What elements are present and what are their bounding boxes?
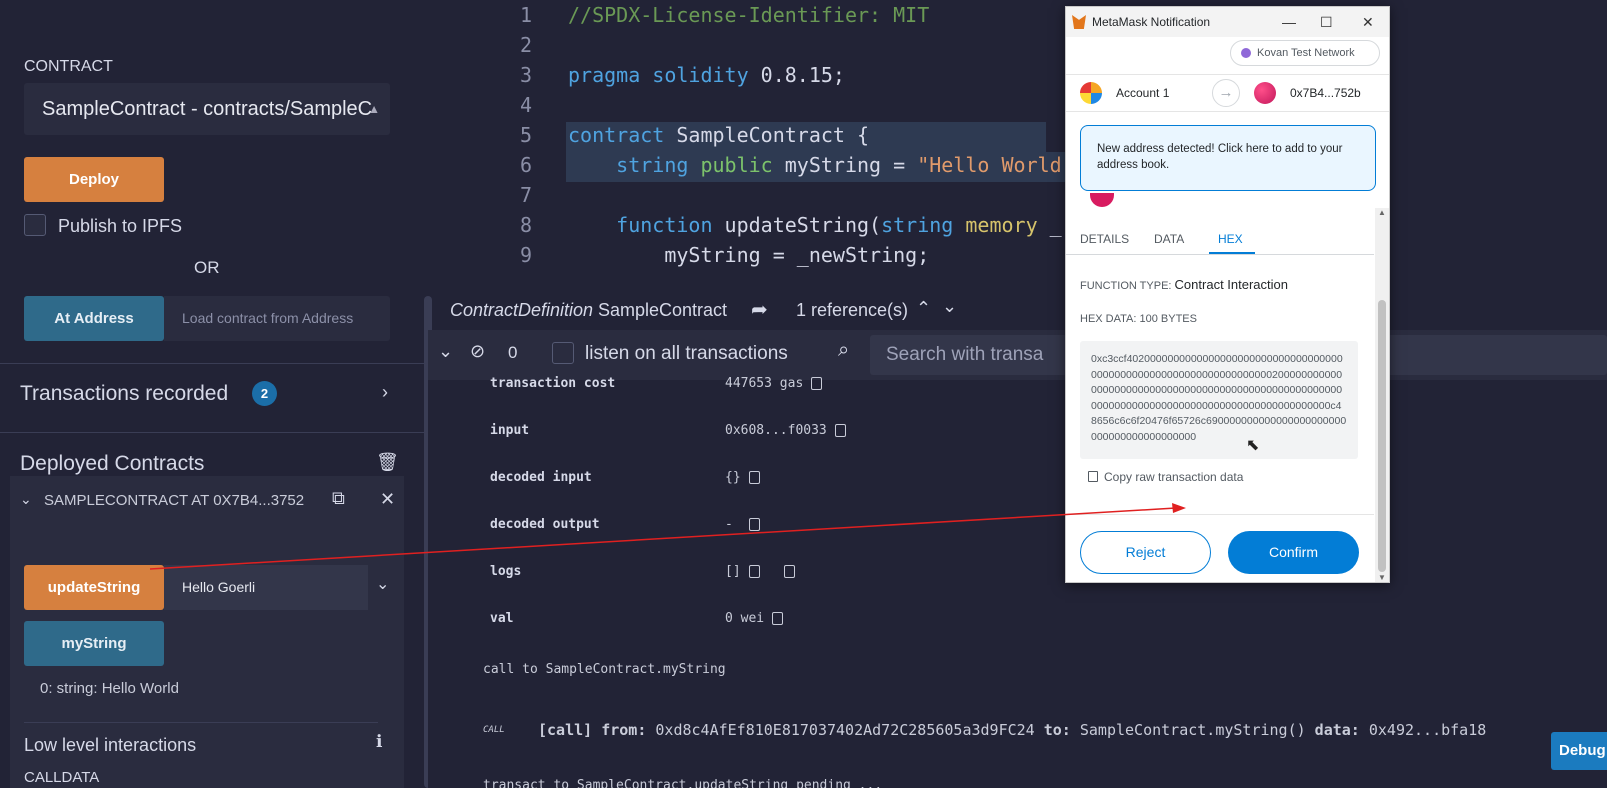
annotation-arrow	[149, 503, 1186, 570]
